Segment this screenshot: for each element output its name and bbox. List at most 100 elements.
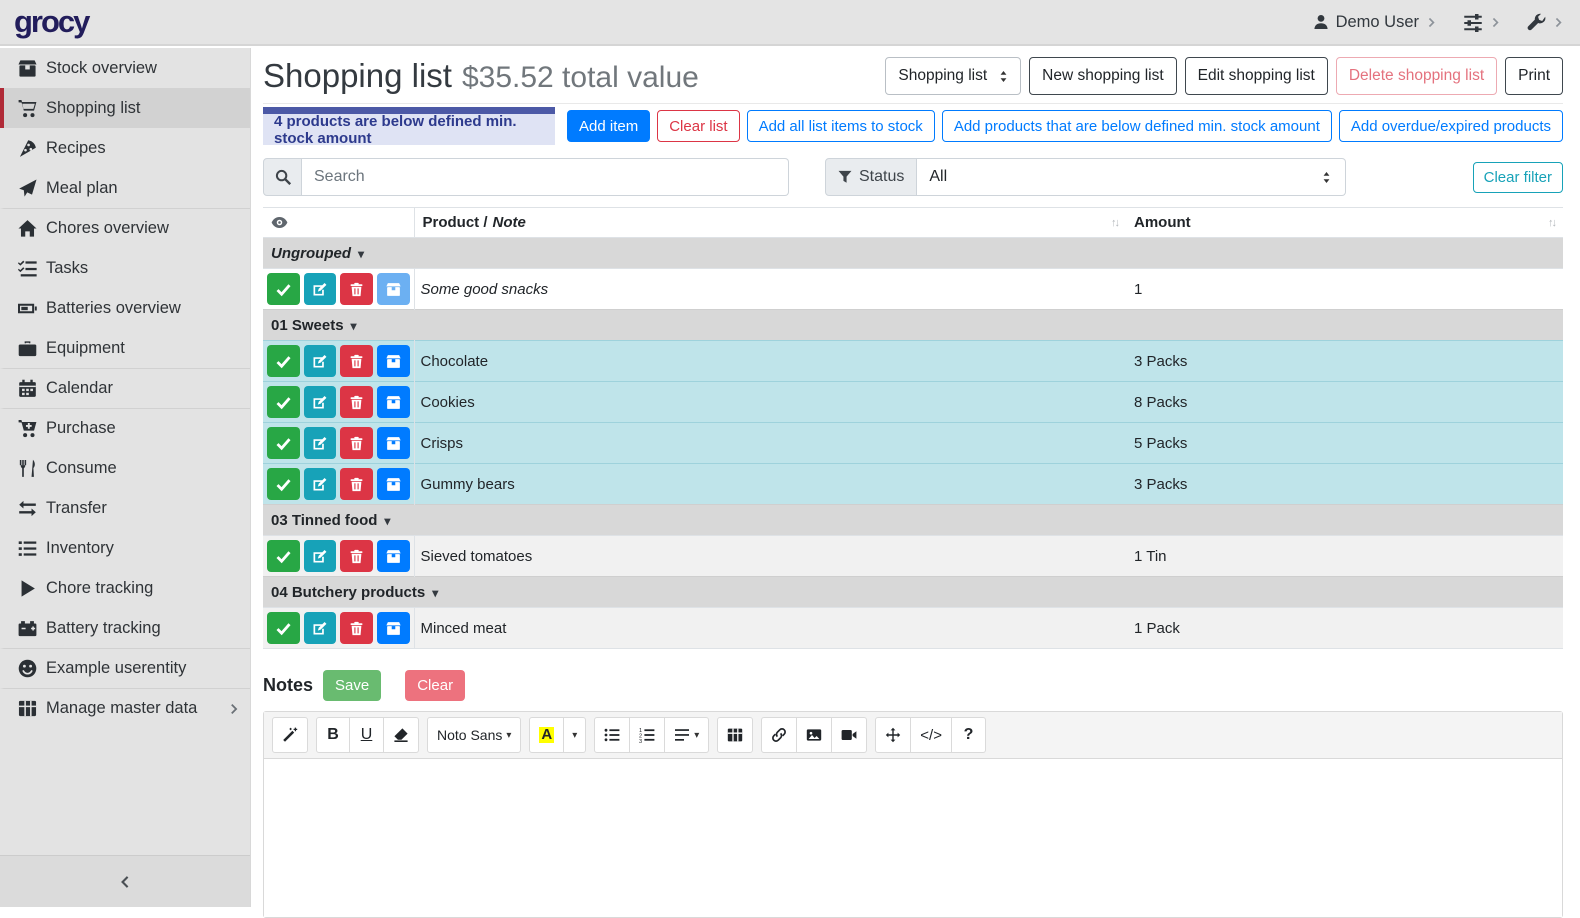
edit-item-button[interactable] — [304, 345, 337, 377]
add-to-stock-button[interactable] — [377, 540, 410, 572]
settings-menu[interactable] — [1463, 12, 1501, 32]
add-below-min-button[interactable]: Add products that are below defined min.… — [942, 110, 1332, 142]
sidebar-item-calendar[interactable]: Calendar — [0, 368, 250, 408]
paragraph-button[interactable]: ▾ — [665, 717, 709, 753]
help-button[interactable]: ? — [952, 717, 986, 753]
ordered-list-button[interactable] — [630, 717, 665, 753]
edit-icon — [312, 621, 327, 636]
sidebar-item-chore-tracking[interactable]: Chore tracking — [0, 568, 250, 608]
clear-formatting-button[interactable] — [384, 717, 419, 753]
font-family-dropdown[interactable]: Noto Sans ▾ — [427, 717, 521, 753]
note-header-label: Note — [493, 214, 526, 231]
sidebar-item-shopping-list[interactable]: Shopping list — [0, 88, 250, 128]
unordered-list-button[interactable] — [594, 717, 630, 753]
below-min-stock-alert[interactable]: 4 products are below defined min. stock … — [263, 107, 555, 145]
sort-icon[interactable]: ↑↓ — [1111, 217, 1118, 229]
group-row-sweets[interactable]: 01 Sweets▾ — [263, 310, 1563, 341]
battery-icon — [18, 299, 37, 318]
group-row-butchery-products[interactable]: 04 Butchery products▾ — [263, 577, 1563, 608]
sidebar-item-consume[interactable]: Consume — [0, 448, 250, 488]
admin-menu[interactable] — [1527, 13, 1564, 32]
shopping-list-select[interactable]: Shopping list — [885, 57, 1021, 95]
sidebar-item-tasks[interactable]: Tasks — [0, 248, 250, 288]
fullscreen-button[interactable] — [875, 717, 911, 753]
edit-item-button[interactable] — [304, 540, 337, 572]
sidebar-item-battery-tracking[interactable]: Battery tracking — [0, 608, 250, 648]
sidebar-item-manage-master-data[interactable]: Manage master data — [0, 688, 250, 728]
item-product: Chocolate — [414, 341, 1126, 382]
add-to-stock-button[interactable] — [377, 273, 410, 305]
add-item-button[interactable]: Add item — [567, 110, 650, 142]
sidebar-item-chores-overview[interactable]: Chores overview — [0, 208, 250, 248]
code-view-button[interactable]: </> — [911, 717, 952, 753]
add-overdue-button[interactable]: Add overdue/expired products — [1339, 110, 1563, 142]
group-row-ungrouped[interactable]: Ungrouped▾ — [263, 238, 1563, 269]
insert-link-button[interactable] — [761, 717, 797, 753]
delete-item-button[interactable] — [340, 386, 373, 418]
notes-save-button[interactable]: Save — [323, 670, 381, 701]
sidebar-item-inventory[interactable]: Inventory — [0, 528, 250, 568]
sidebar-item-equipment[interactable]: Equipment — [0, 328, 250, 368]
underline-button[interactable]: U — [350, 717, 384, 753]
product-column-header[interactable]: Product / Note ↑↓ — [414, 208, 1126, 238]
mark-done-button[interactable] — [267, 468, 300, 500]
edit-item-button[interactable] — [304, 427, 337, 459]
sidebar-item-example-userentity[interactable]: Example userentity — [0, 648, 250, 688]
mark-done-button[interactable] — [267, 540, 300, 572]
add-to-stock-button[interactable] — [377, 612, 410, 644]
amount-column-header[interactable]: Amount ↑↓ — [1126, 208, 1563, 238]
clear-list-button[interactable]: Clear list — [657, 110, 739, 142]
mark-done-button[interactable] — [267, 345, 300, 377]
insert-video-button[interactable] — [832, 717, 867, 753]
edit-item-button[interactable] — [304, 386, 337, 418]
delete-item-button[interactable] — [340, 540, 373, 572]
sidebar-item-transfer[interactable]: Transfer — [0, 488, 250, 528]
new-shopping-list-button[interactable]: New shopping list — [1029, 57, 1176, 95]
status-filter-group: Status All — [825, 158, 1346, 196]
sort-icon[interactable]: ↑↓ — [1548, 217, 1555, 229]
sidebar-collapse-button[interactable] — [0, 855, 250, 907]
mark-done-button[interactable] — [267, 427, 300, 459]
sidebar-item-stock-overview[interactable]: Stock overview — [0, 48, 250, 88]
delete-item-button[interactable] — [340, 612, 373, 644]
edit-shopping-list-button[interactable]: Edit shopping list — [1185, 57, 1328, 95]
notes-editor-content[interactable] — [264, 759, 1562, 917]
notes-header: Notes Save Clear — [263, 670, 1563, 701]
font-color-caret-button[interactable]: ▾ — [564, 717, 586, 753]
edit-item-button[interactable] — [304, 273, 337, 305]
insert-picture-button[interactable] — [797, 717, 832, 753]
add-to-stock-button[interactable] — [377, 468, 410, 500]
delete-item-button[interactable] — [340, 345, 373, 377]
clear-filter-button[interactable]: Clear filter — [1473, 162, 1563, 193]
insert-table-button[interactable] — [717, 717, 753, 753]
visibility-column-header[interactable] — [263, 208, 414, 238]
sidebar-item-meal-plan[interactable]: Meal plan — [0, 168, 250, 208]
print-button[interactable]: Print — [1505, 57, 1563, 95]
add-all-to-stock-button[interactable]: Add all list items to stock — [747, 110, 935, 142]
user-menu[interactable]: Demo User — [1313, 13, 1437, 32]
add-to-stock-button[interactable] — [377, 427, 410, 459]
grocy-logo: grocy — [14, 4, 88, 40]
sidebar-item-batteries-overview[interactable]: Batteries overview — [0, 288, 250, 328]
group-row-tinned-food[interactable]: 03 Tinned food▾ — [263, 505, 1563, 536]
mark-done-button[interactable] — [267, 273, 300, 305]
delete-shopping-list-button[interactable]: Delete shopping list — [1336, 57, 1497, 95]
sidebar-item-recipes[interactable]: Recipes — [0, 128, 250, 168]
status-select[interactable]: All — [917, 158, 1346, 196]
delete-item-button[interactable] — [340, 273, 373, 305]
notes-clear-button[interactable]: Clear — [405, 670, 465, 701]
delete-item-button[interactable] — [340, 427, 373, 459]
sidebar-item-purchase[interactable]: Purchase — [0, 408, 250, 448]
mark-done-button[interactable] — [267, 612, 300, 644]
add-to-stock-button[interactable] — [377, 345, 410, 377]
style-button[interactable] — [272, 717, 308, 753]
edit-item-button[interactable] — [304, 468, 337, 500]
mark-done-button[interactable] — [267, 386, 300, 418]
search-input[interactable] — [302, 158, 789, 196]
add-to-stock-button[interactable] — [377, 386, 410, 418]
bold-button[interactable]: B — [316, 717, 350, 753]
font-color-button[interactable]: A — [529, 717, 564, 753]
product-header-label: Product / — [423, 214, 488, 231]
delete-item-button[interactable] — [340, 468, 373, 500]
edit-item-button[interactable] — [304, 612, 337, 644]
